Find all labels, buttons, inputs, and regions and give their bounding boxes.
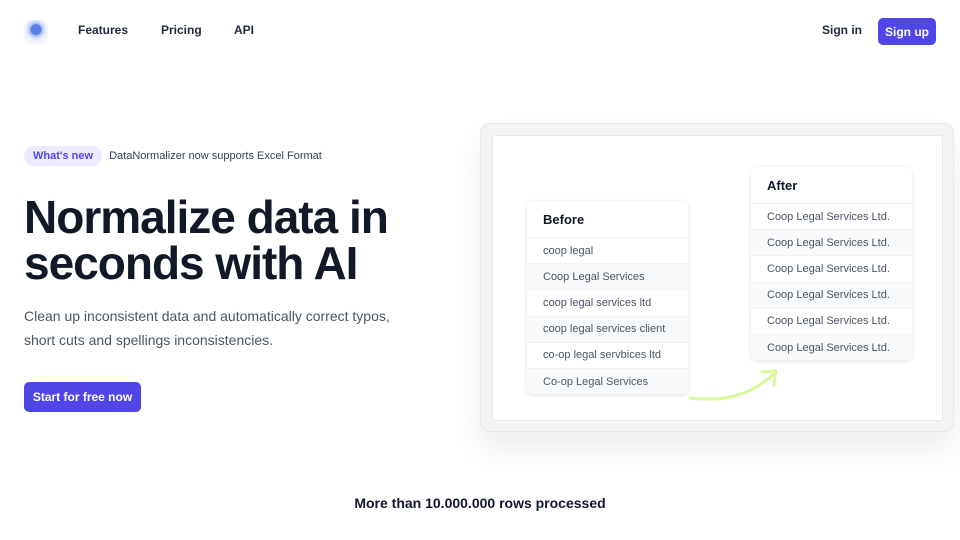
logo-icon[interactable] xyxy=(24,20,48,44)
before-row: Coop Legal Services xyxy=(527,263,688,290)
whats-new-badge: What's new xyxy=(24,146,103,166)
nav-link-api[interactable]: API xyxy=(234,23,254,37)
hero-headline: Normalize data in seconds with AI xyxy=(24,194,454,286)
top-nav: Features Pricing API Sign in Sign up xyxy=(0,0,960,62)
demo-canvas: Before coop legal Coop Legal Services co… xyxy=(492,135,943,421)
start-free-button[interactable]: Start for free now xyxy=(24,382,141,412)
before-row: coop legal services ltd xyxy=(527,289,688,315)
after-card-title: After xyxy=(767,177,798,193)
announcement-text: DataNormalizer now supports Excel Format xyxy=(109,150,322,162)
rows-processed-stat: More than 10.000.000 rows processed xyxy=(354,495,606,511)
after-row: Coop Legal Services Ltd. xyxy=(751,307,912,334)
subtext-line-2: short cuts and spellings inconsistencies… xyxy=(24,332,274,348)
subtext-line-1: Clean up inconsistent data and automatic… xyxy=(24,308,390,324)
sign-in-link[interactable]: Sign in xyxy=(822,23,862,37)
before-row: co-op legal servbices ltd xyxy=(527,341,688,368)
before-card: Before coop legal Coop Legal Services co… xyxy=(527,201,688,394)
nav-link-pricing[interactable]: Pricing xyxy=(161,23,202,37)
after-row: Coop Legal Services Ltd. xyxy=(751,229,912,256)
before-card-title: Before xyxy=(543,211,585,227)
hero-subtext: Clean up inconsistent data and automatic… xyxy=(24,304,424,352)
nav-link-features[interactable]: Features xyxy=(78,23,128,37)
before-row: coop legal xyxy=(527,237,688,263)
after-row: Coop Legal Services Ltd. xyxy=(751,203,912,229)
after-row: Coop Legal Services Ltd. xyxy=(751,281,912,308)
transform-arrow-icon xyxy=(688,369,778,401)
before-row: coop legal services client xyxy=(527,315,688,342)
after-card: After Coop Legal Services Ltd. Coop Lega… xyxy=(751,167,912,360)
demo-frame: Before coop legal Coop Legal Services co… xyxy=(480,123,954,432)
sign-up-button[interactable]: Sign up xyxy=(878,18,936,45)
announcement-bar[interactable]: What's new DataNormalizer now supports E… xyxy=(24,146,322,166)
after-row: Coop Legal Services Ltd. xyxy=(751,255,912,281)
headline-line-2: seconds with AI xyxy=(24,237,358,289)
headline-line-1: Normalize data in xyxy=(24,191,389,243)
before-row: Co-op Legal Services xyxy=(527,367,688,394)
